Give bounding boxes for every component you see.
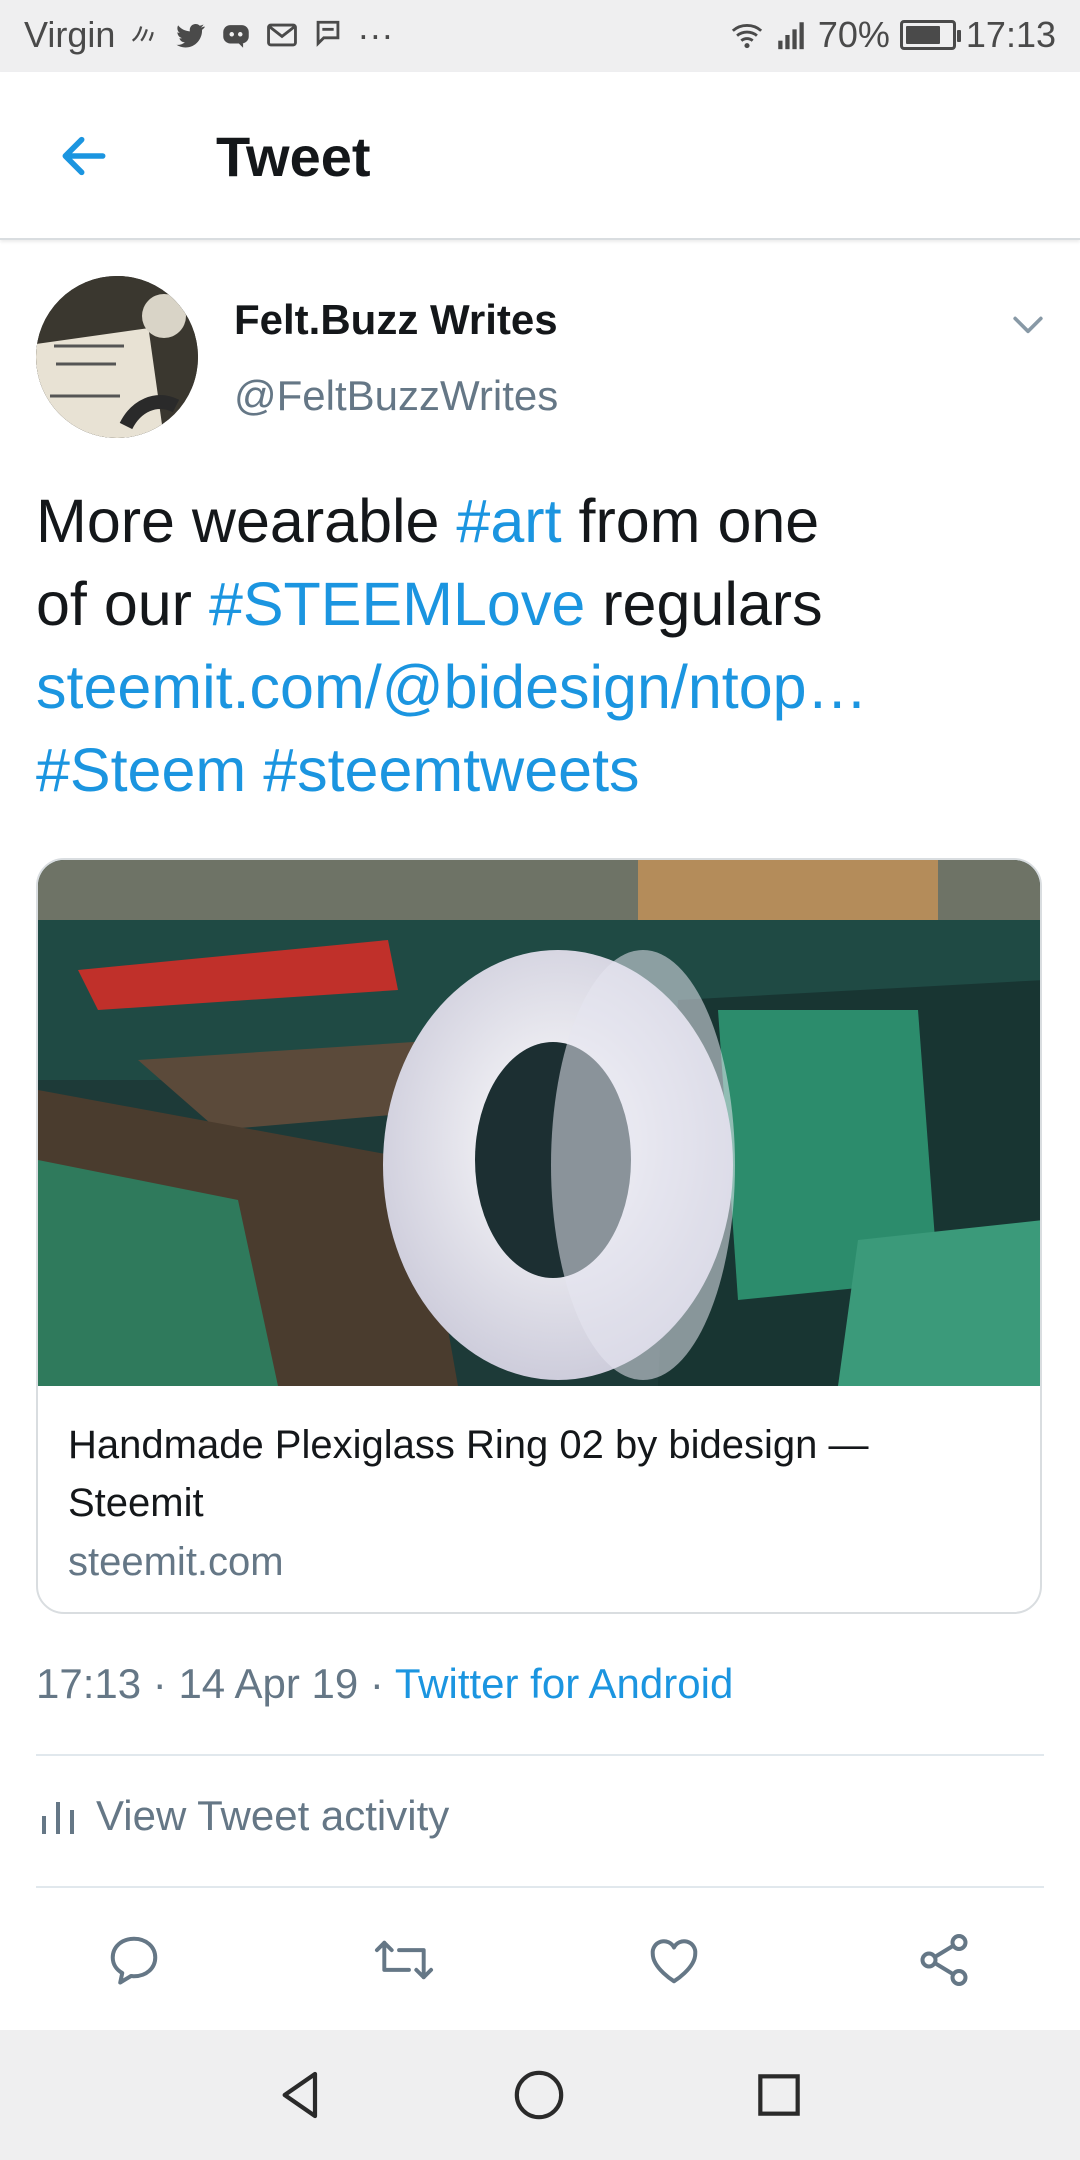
tweet-meta: 17:13 · 14 Apr 19 · Twitter for Android [36, 1660, 733, 1708]
hashtag-link[interactable]: #steemtweets [263, 736, 639, 804]
back-arrow-icon [62, 136, 106, 176]
card-image [38, 860, 1040, 1386]
tweet-source-link[interactable]: Twitter for Android [395, 1660, 733, 1707]
meta-separator: · [141, 1660, 179, 1707]
like-icon [650, 1939, 698, 1984]
battery-percent: 70% [817, 14, 890, 55]
divider [36, 1754, 1044, 1756]
reply-button[interactable] [102, 1928, 166, 1992]
tweet-text-segment: from one [561, 487, 820, 555]
tweet-date: 14 Apr 19 [178, 1660, 359, 1707]
url-link[interactable]: steemit.com/@bidesign/ntop… [36, 653, 868, 721]
nfc-icon [132, 26, 155, 42]
hashtag-link[interactable]: #Steem [36, 736, 246, 804]
avatar-image [36, 276, 198, 438]
meta-separator: · [358, 1660, 395, 1707]
hashtag-link[interactable]: #art [456, 487, 561, 555]
view-activity-label: View Tweet activity [96, 1792, 450, 1839]
retweet-button[interactable] [372, 1928, 436, 1992]
more-icon: ··· [357, 14, 394, 55]
discord-icon [223, 25, 250, 48]
tweet-time: 17:13 [36, 1660, 142, 1707]
back-triangle-icon [282, 2071, 318, 2119]
author-name[interactable]: Felt.Buzz Writes [234, 296, 558, 344]
twitter-icon [176, 24, 206, 48]
card-domain: steemit.com [68, 1540, 284, 1584]
carrier-label: Virgin [24, 14, 116, 55]
tweet-text-segment: More wearable [36, 487, 457, 555]
system-nav-bar [0, 2030, 1080, 2160]
gmail-icon [267, 23, 298, 47]
chevron-down-icon[interactable] [1006, 302, 1050, 346]
home-circle-icon [514, 2070, 564, 2120]
tweet-text: More wearable #art from one of our #STEE… [36, 480, 1046, 812]
tweet-text-segment: regulars [585, 570, 823, 638]
bar-chart-icon [42, 1802, 74, 1834]
message-icon [317, 20, 340, 47]
view-activity-button[interactable]: View Tweet activity [40, 1792, 449, 1840]
clock: 17:13 [965, 14, 1056, 55]
nav-recents-button[interactable] [746, 2062, 812, 2128]
nav-home-button[interactable] [506, 2062, 572, 2128]
battery-icon [899, 20, 961, 50]
nav-back-button[interactable] [268, 2062, 334, 2128]
tweet-text-segment [246, 736, 263, 804]
share-button[interactable] [912, 1928, 976, 1992]
avatar[interactable] [36, 276, 198, 438]
reply-icon [110, 1936, 158, 1985]
back-button[interactable] [52, 124, 116, 188]
hashtag-link[interactable]: #STEEMLove [209, 570, 585, 638]
like-button[interactable] [642, 1928, 706, 1992]
divider [36, 1886, 1044, 1888]
recents-square-icon [758, 2074, 800, 2116]
top-app-bar: Tweet [0, 72, 1080, 240]
card-title: Handmade Plexiglass Ring 02 by bidesign … [68, 1423, 869, 1525]
tweet-actions [0, 1900, 1080, 2020]
author-handle[interactable]: @FeltBuzzWrites [234, 372, 558, 420]
wifi-icon [731, 24, 762, 49]
signal-icon [778, 22, 804, 50]
link-card[interactable]: Handmade Plexiglass Ring 02 by bidesign … [36, 858, 1042, 1614]
retweet-icon [374, 1940, 434, 1980]
share-icon [920, 1934, 968, 1986]
status-bar: Virgin ··· 70% 17:13 [0, 0, 1080, 72]
page-title: Tweet [216, 125, 371, 188]
tweet-text-segment: of our [36, 570, 209, 638]
